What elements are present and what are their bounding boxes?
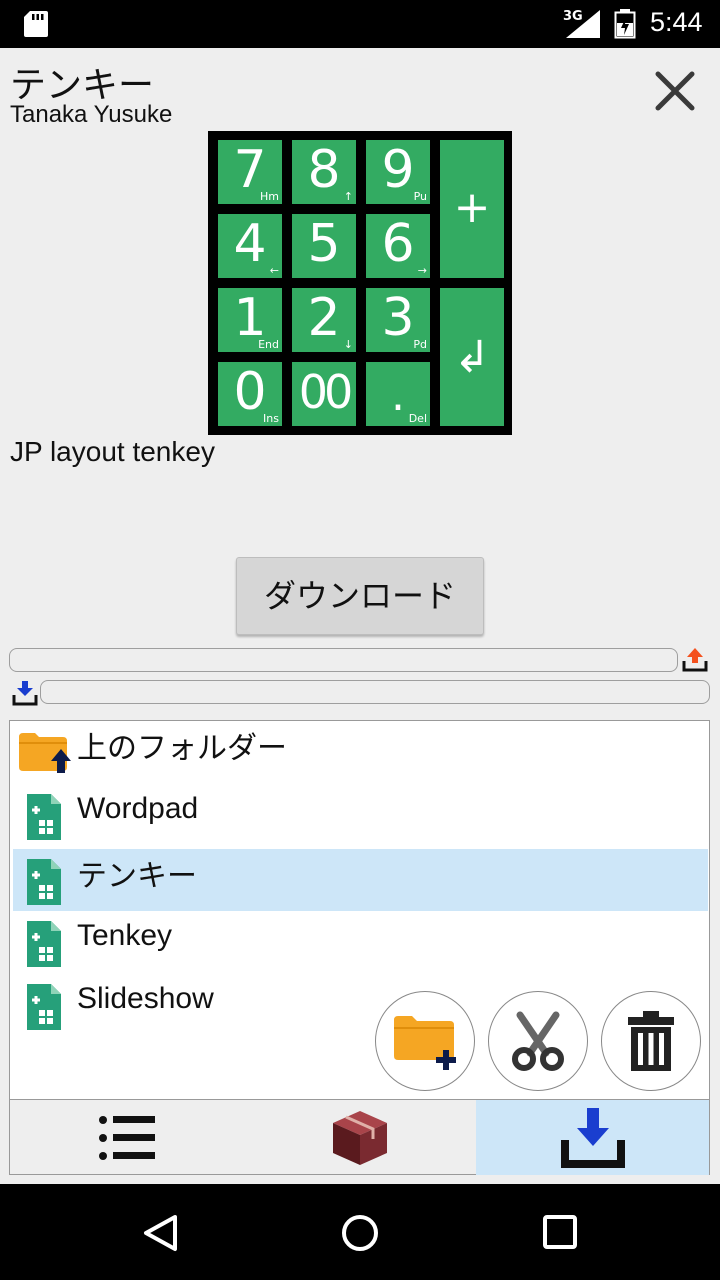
bottom-tab-bar: [10, 1099, 709, 1175]
key-sub-label: Pu: [413, 190, 427, 203]
key-dot: . Del: [366, 362, 430, 426]
upload-progress-bar: [9, 648, 678, 672]
back-icon[interactable]: [142, 1214, 178, 1252]
key-00: 00: [292, 362, 356, 426]
key-7: 7 Hm: [218, 140, 282, 204]
key-sub-label: →: [417, 264, 427, 277]
box-icon: [332, 1110, 387, 1165]
key-8: 8 ↑: [292, 140, 356, 204]
keypad-preview: 7 Hm 8 ↑ 9 Pu + 4 ← 5 6 → 1 End 2 ↓ 3 Pd…: [208, 131, 512, 435]
key-4: 4 ←: [218, 214, 282, 278]
layout-file-icon: [27, 794, 61, 840]
status-bar: 3G 5:44: [0, 0, 720, 48]
list-icon: [98, 1115, 155, 1160]
author-name: Tanaka Yusuke: [10, 101, 173, 128]
key-sub-label: ←: [269, 264, 279, 277]
cut-button[interactable]: [488, 991, 588, 1091]
system-nav-bar: [0, 1184, 720, 1280]
list-item-label: Wordpad: [77, 792, 199, 825]
layout-description: JP layout tenkey: [10, 436, 215, 467]
download-icon[interactable]: [12, 680, 38, 706]
upload-icon[interactable]: [682, 646, 708, 672]
download-button[interactable]: ダウンロード: [236, 557, 484, 635]
tab-list[interactable]: [10, 1100, 243, 1175]
key-sub-label: Del: [408, 412, 427, 425]
tab-download[interactable]: [476, 1100, 709, 1175]
layout-file-icon: [27, 984, 61, 1030]
signal-icon: [566, 10, 600, 38]
key-1: 1 End: [218, 288, 282, 352]
delete-button[interactable]: [601, 991, 701, 1091]
key-main-label: 5: [307, 214, 341, 274]
sd-card-icon: [24, 11, 48, 37]
list-item-label: テンキー: [77, 859, 197, 894]
key-0: 0 Ins: [218, 362, 282, 426]
file-list: 上のフォルダー Wordpad テンキー Tenkey Slideshow: [9, 720, 710, 1175]
home-icon[interactable]: [340, 1213, 380, 1253]
folder-up-icon: [19, 733, 71, 773]
list-item-selected[interactable]: テンキー: [13, 849, 708, 911]
tab-package[interactable]: [243, 1100, 476, 1175]
list-item-label: Tenkey: [77, 919, 173, 952]
key-sub-label: ↑: [343, 190, 353, 203]
key-main-label: +: [453, 182, 491, 233]
scissors-icon: [512, 1011, 564, 1071]
battery-icon: [614, 9, 636, 39]
key-main-label: ↲: [453, 332, 491, 383]
key-plus: +: [440, 140, 504, 278]
key-main-label: 00: [298, 365, 354, 419]
key-5: 5: [292, 214, 356, 278]
list-item[interactable]: 上のフォルダー: [13, 721, 708, 783]
key-sub-label: Hm: [260, 190, 279, 203]
close-icon[interactable]: [652, 68, 698, 114]
key-sub-label: ↓: [343, 338, 353, 351]
key-sub-label: End: [258, 338, 279, 351]
download-tray-icon: [560, 1107, 625, 1168]
key-6: 6 →: [366, 214, 430, 278]
trash-icon: [628, 1011, 674, 1071]
recents-icon[interactable]: [542, 1214, 578, 1250]
layout-file-icon: [27, 921, 61, 967]
list-item-label: 上のフォルダー: [77, 731, 287, 766]
download-progress-bar: [40, 680, 710, 704]
list-item[interactable]: Tenkey: [13, 911, 708, 973]
key-enter: ↲: [440, 288, 504, 426]
list-item-label: Slideshow: [77, 982, 214, 1015]
clock: 5:44: [650, 7, 703, 37]
new-folder-button[interactable]: [375, 991, 475, 1091]
key-2: 2 ↓: [292, 288, 356, 352]
new-folder-icon: [394, 1016, 456, 1070]
layout-file-icon: [27, 859, 61, 905]
key-sub-label: Pd: [413, 338, 427, 351]
list-item[interactable]: Wordpad: [13, 784, 708, 846]
key-3: 3 Pd: [366, 288, 430, 352]
key-9: 9 Pu: [366, 140, 430, 204]
key-sub-label: Ins: [263, 412, 279, 425]
